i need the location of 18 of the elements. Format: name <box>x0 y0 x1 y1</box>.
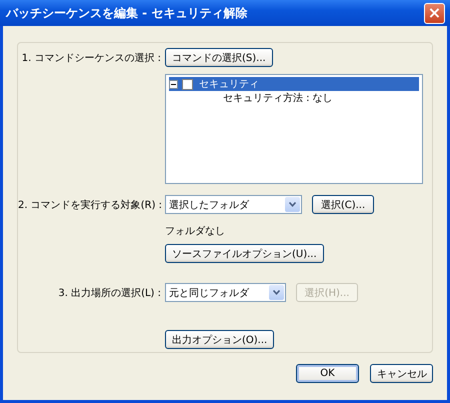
step-label: 1. コマンドシーケンスの選択 : <box>20 52 161 64</box>
checkbox[interactable] <box>182 78 193 90</box>
collapse-icon[interactable] <box>169 80 178 88</box>
folder-status-text: フォルダなし <box>165 225 226 238</box>
target-dropdown[interactable]: 選択したフォルダ <box>165 195 302 214</box>
cancel-button[interactable]: キャンセル <box>370 364 433 383</box>
output-dropdown[interactable]: 元と同じフォルダ <box>165 283 286 302</box>
select-button[interactable]: 選択(C)... <box>312 195 374 214</box>
source-options-button[interactable]: ソースファイルオプション(U)... <box>165 244 324 263</box>
ok-button[interactable]: OK <box>296 364 359 383</box>
step-label: 3. 出力場所の選択(L) : <box>57 286 161 300</box>
close-button[interactable]: × <box>424 2 445 24</box>
select-command-button[interactable]: コマンドの選択(S)... <box>165 48 273 67</box>
window-title: バッチシーケンスを編集 - セキュリティ解除 <box>6 4 248 22</box>
tree-view[interactable]: セキュリティ セキュリティ方法 : なし <box>165 74 423 184</box>
step-label: 2. コマンドを実行する対象(R) : <box>18 198 161 212</box>
tree-item[interactable]: セキュリティ方法 : なし <box>221 91 335 105</box>
output-options-button[interactable]: 出力オプション(O)... <box>165 330 274 349</box>
